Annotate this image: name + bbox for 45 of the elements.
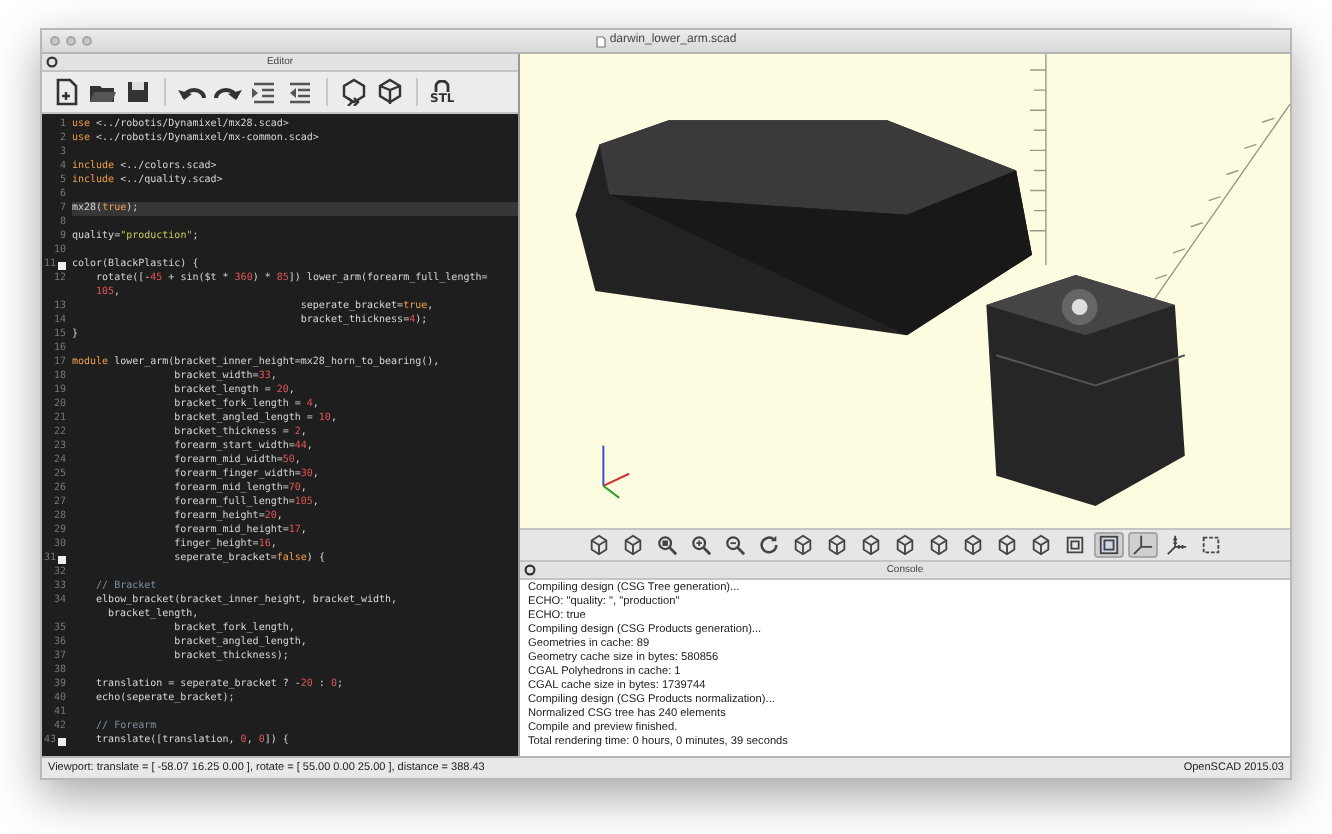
zoom-in-icon (690, 534, 712, 556)
cube-icon (792, 534, 814, 556)
perspective-icon (1064, 534, 1086, 556)
axes-button[interactable] (1128, 532, 1158, 558)
preview-button[interactable] (338, 75, 370, 109)
zoom-in-button[interactable] (686, 532, 716, 558)
reset-view-icon (758, 534, 780, 556)
zoom-out-button[interactable] (720, 532, 750, 558)
indent-icon (250, 78, 278, 106)
dock-icon[interactable] (524, 564, 536, 576)
render-button[interactable] (374, 75, 406, 109)
zoom-out-icon (724, 534, 746, 556)
fold-marker[interactable] (58, 261, 66, 269)
cube-icon (860, 534, 882, 556)
cube-icon (622, 534, 644, 556)
new-file-icon (52, 78, 80, 106)
redo-icon (214, 85, 242, 99)
orthogonal-icon (1098, 534, 1120, 556)
unindent-icon (286, 78, 314, 106)
orthogonal-button[interactable] (1094, 532, 1124, 558)
code-editor[interactable] (42, 114, 518, 756)
axes-icon (1132, 534, 1154, 556)
cube-icon (826, 534, 848, 556)
fold-marker[interactable] (58, 737, 66, 745)
cube-icon (1030, 534, 1052, 556)
cube-icon (588, 534, 610, 556)
scale-markers-button[interactable] (1162, 532, 1192, 558)
fold-marker[interactable] (58, 555, 66, 563)
render-icon (376, 78, 404, 106)
reset-view-button[interactable] (754, 532, 784, 558)
cube-icon (894, 534, 916, 556)
3d-viewport[interactable] (520, 54, 1290, 528)
dock-icon[interactable] (46, 56, 58, 68)
undo-icon (178, 85, 206, 99)
scale-markers-icon (1166, 534, 1188, 556)
cube-icon (996, 534, 1018, 556)
preview-icon (340, 78, 368, 106)
document-icon[interactable] (595, 35, 606, 47)
zoom-all-button[interactable] (652, 532, 682, 558)
edges-icon (1200, 534, 1222, 556)
save-icon (124, 78, 152, 106)
cube-icon (962, 534, 984, 556)
cube-icon (928, 534, 950, 556)
axis-indicator-icon (602, 444, 631, 499)
zoom-all-icon (656, 534, 678, 556)
